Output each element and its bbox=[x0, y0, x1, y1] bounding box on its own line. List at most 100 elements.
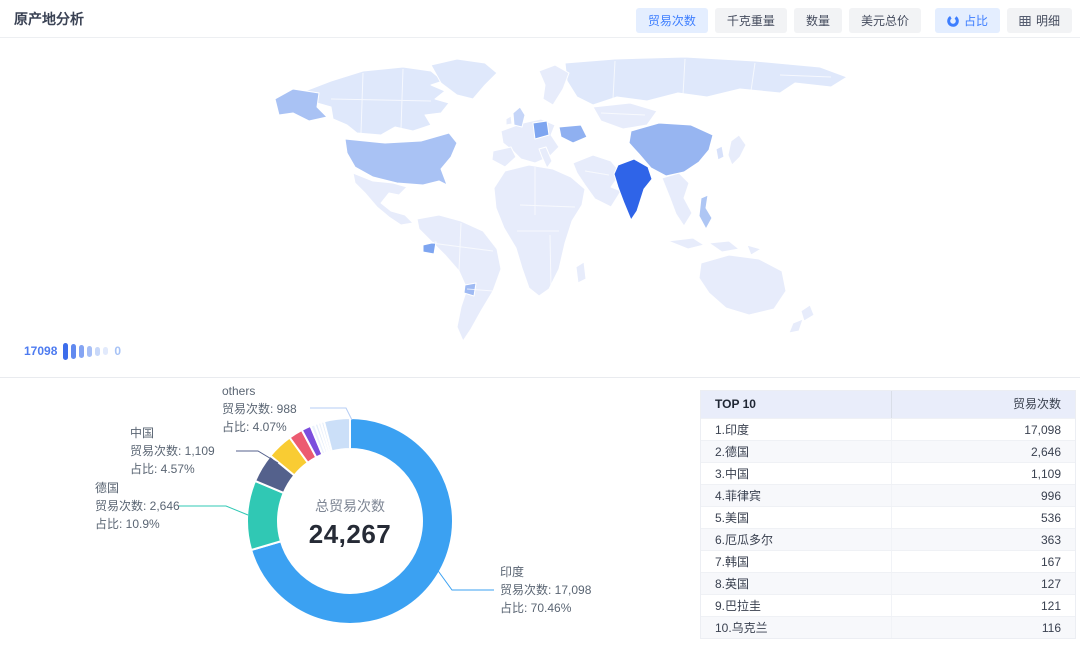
donut-svg bbox=[244, 415, 456, 627]
callout-value: 贸易次数: 988 bbox=[222, 400, 297, 418]
country-cell: 1.印度 bbox=[701, 419, 891, 440]
table-row[interactable]: 7.韩国167 bbox=[701, 550, 1075, 572]
tab-label: 美元总价 bbox=[861, 12, 909, 29]
table-row[interactable]: 6.厄瓜多尔363 bbox=[701, 528, 1075, 550]
world-choropleth-map bbox=[235, 55, 875, 355]
map-country-japan bbox=[728, 135, 746, 165]
legend-bar bbox=[71, 344, 76, 359]
callout-name: others bbox=[222, 382, 297, 400]
map-country-ukraine[interactable] bbox=[559, 125, 587, 143]
value-cell: 536 bbox=[891, 507, 1075, 528]
table-header-row: TOP 10 贸易次数 bbox=[701, 391, 1075, 418]
map-region-scandinavia bbox=[539, 65, 569, 105]
callout-india: 印度 贸易次数: 17,098 占比: 70.46% bbox=[500, 563, 591, 617]
table-row[interactable]: 3.中国1,109 bbox=[701, 462, 1075, 484]
tab-quantity[interactable]: 数量 bbox=[794, 8, 842, 33]
donut-chart-icon bbox=[947, 15, 959, 27]
map-country-madagascar bbox=[576, 262, 586, 283]
tab-proportion[interactable]: 占比 bbox=[935, 8, 1000, 33]
value-cell: 363 bbox=[891, 529, 1075, 550]
map-country-russia bbox=[565, 57, 847, 105]
callout-pct: 占比: 10.9% bbox=[95, 515, 180, 533]
table-row[interactable]: 10.乌克兰116 bbox=[701, 616, 1075, 638]
tab-detail[interactable]: 明细 bbox=[1007, 8, 1072, 33]
legend-min-value: 0 bbox=[114, 344, 121, 358]
tab-label: 明细 bbox=[1036, 12, 1060, 29]
callout-pct: 占比: 70.46% bbox=[500, 599, 591, 617]
map-country-philippines[interactable] bbox=[699, 195, 712, 229]
tab-label: 占比 bbox=[964, 12, 988, 29]
legend-bar bbox=[95, 347, 100, 356]
map-legend-bars bbox=[63, 343, 108, 360]
value-cell: 2,646 bbox=[891, 441, 1075, 462]
map-region-indonesia bbox=[668, 238, 761, 255]
map-country-uk[interactable] bbox=[513, 107, 525, 127]
legend-bar bbox=[87, 346, 92, 357]
map-country-ireland bbox=[506, 116, 512, 125]
value-cell: 17,098 bbox=[891, 419, 1075, 440]
map-visual-legend: 17098 0 bbox=[24, 340, 121, 362]
table-row[interactable]: 5.美国536 bbox=[701, 506, 1075, 528]
callout-others: others 贸易次数: 988 占比: 4.07% bbox=[222, 382, 297, 436]
legend-bar bbox=[79, 345, 84, 358]
table-row[interactable]: 8.英国127 bbox=[701, 572, 1075, 594]
legend-max-value: 17098 bbox=[24, 344, 57, 358]
tab-trade-count[interactable]: 贸易次数 bbox=[636, 8, 708, 33]
callout-name: 德国 bbox=[95, 479, 180, 497]
table-row[interactable]: 4.菲律宾996 bbox=[701, 484, 1075, 506]
country-cell: 5.美国 bbox=[701, 507, 891, 528]
map-country-south-korea[interactable] bbox=[716, 146, 724, 160]
country-cell: 10.乌克兰 bbox=[701, 617, 891, 638]
tab-label: 数量 bbox=[806, 12, 830, 29]
callout-pct: 占比: 4.07% bbox=[222, 418, 297, 436]
tab-usd-total[interactable]: 美元总价 bbox=[849, 8, 921, 33]
callout-name: 中国 bbox=[130, 424, 215, 442]
map-region-indochina bbox=[662, 173, 692, 226]
tab-label: 千克重量 bbox=[727, 12, 775, 29]
country-cell: 8.英国 bbox=[701, 573, 891, 594]
value-cell: 167 bbox=[891, 551, 1075, 572]
map-country-alaska-usa[interactable] bbox=[275, 89, 327, 121]
callout-germany: 德国 贸易次数: 2,646 占比: 10.9% bbox=[95, 479, 180, 533]
table-header-top10: TOP 10 bbox=[701, 391, 891, 418]
header-divider bbox=[0, 37, 1080, 38]
table-row[interactable]: 2.德国2,646 bbox=[701, 440, 1075, 462]
country-cell: 9.巴拉圭 bbox=[701, 595, 891, 616]
value-cell: 1,109 bbox=[891, 463, 1075, 484]
map-country-australia bbox=[699, 255, 786, 315]
value-cell: 116 bbox=[891, 617, 1075, 638]
value-cell: 996 bbox=[891, 485, 1075, 506]
table-header-metric[interactable]: 贸易次数 bbox=[891, 391, 1075, 418]
country-cell: 3.中国 bbox=[701, 463, 891, 484]
country-cell: 6.厄瓜多尔 bbox=[701, 529, 891, 550]
country-cell: 4.菲律宾 bbox=[701, 485, 891, 506]
map-country-india[interactable] bbox=[614, 159, 652, 220]
top10-table: TOP 10 贸易次数 1.印度17,0982.德国2,6463.中国1,109… bbox=[700, 390, 1076, 639]
map-region-south-america bbox=[417, 215, 501, 341]
map-country-new-zealand bbox=[789, 305, 814, 333]
table-row[interactable]: 9.巴拉圭121 bbox=[701, 594, 1075, 616]
top10-table-body: 1.印度17,0982.德国2,6463.中国1,1094.菲律宾9965.美国… bbox=[701, 418, 1075, 638]
tab-kg-weight[interactable]: 千克重量 bbox=[715, 8, 787, 33]
country-cell: 7.韩国 bbox=[701, 551, 891, 572]
legend-bar bbox=[63, 343, 68, 360]
table-row[interactable]: 1.印度17,098 bbox=[701, 418, 1075, 440]
map-region-landmass bbox=[305, 57, 847, 135]
section-divider bbox=[0, 377, 1080, 378]
value-cell: 121 bbox=[891, 595, 1075, 616]
page-title: 原产地分析 bbox=[14, 9, 84, 29]
callout-pct: 占比: 4.57% bbox=[130, 460, 215, 478]
callout-value: 贸易次数: 2,646 bbox=[95, 497, 180, 515]
country-cell: 2.德国 bbox=[701, 441, 891, 462]
tab-label: 贸易次数 bbox=[648, 12, 696, 29]
value-cell: 127 bbox=[891, 573, 1075, 594]
legend-bar bbox=[103, 347, 108, 355]
callout-china: 中国 贸易次数: 1,109 占比: 4.57% bbox=[130, 424, 215, 478]
callout-value: 贸易次数: 1,109 bbox=[130, 442, 215, 460]
map-region-central-asia bbox=[593, 103, 657, 129]
table-grid-icon bbox=[1019, 15, 1031, 27]
callout-name: 印度 bbox=[500, 563, 591, 581]
callout-value: 贸易次数: 17,098 bbox=[500, 581, 591, 599]
callout-line-germany bbox=[179, 506, 248, 515]
header-toolbar: 贸易次数 千克重量 数量 美元总价 占比 明细 bbox=[629, 8, 1072, 33]
